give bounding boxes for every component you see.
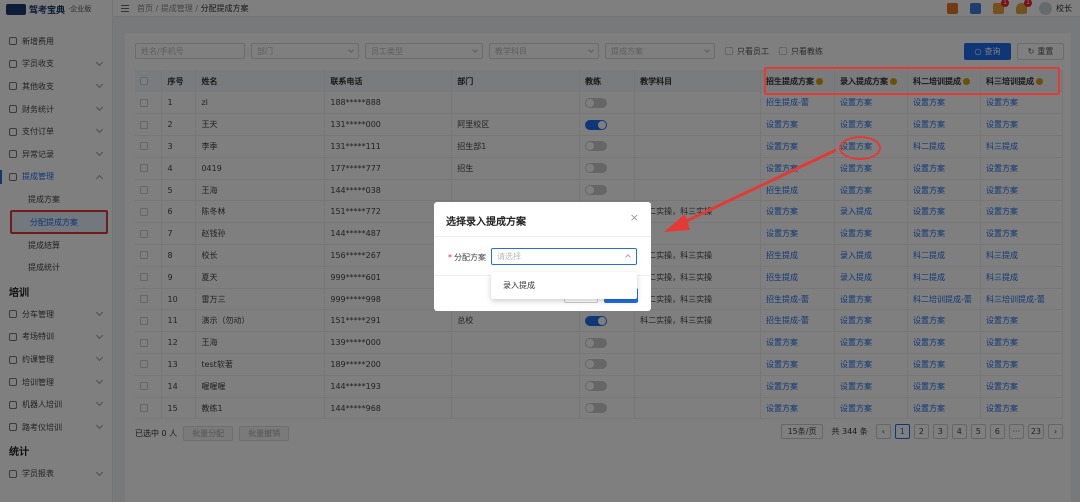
divider	[434, 236, 651, 237]
plan-field-label: * 分配方案	[448, 252, 486, 263]
plan-dropdown: 录入提成	[491, 272, 637, 299]
chevron-up-icon	[625, 254, 631, 260]
plan-label-text: 分配方案	[454, 253, 486, 262]
close-icon[interactable]: ×	[630, 211, 639, 224]
plan-select-field[interactable]: 请选择	[491, 248, 637, 265]
annotation-highlight-cell	[839, 136, 881, 160]
plan-option[interactable]: 录入提成	[503, 280, 535, 291]
required-mark: *	[448, 253, 452, 262]
plan-select-placeholder: 请选择	[497, 252, 521, 261]
dialog-title: 选择录入提成方案	[446, 217, 526, 228]
annotation-highlight-columns	[764, 67, 1060, 95]
